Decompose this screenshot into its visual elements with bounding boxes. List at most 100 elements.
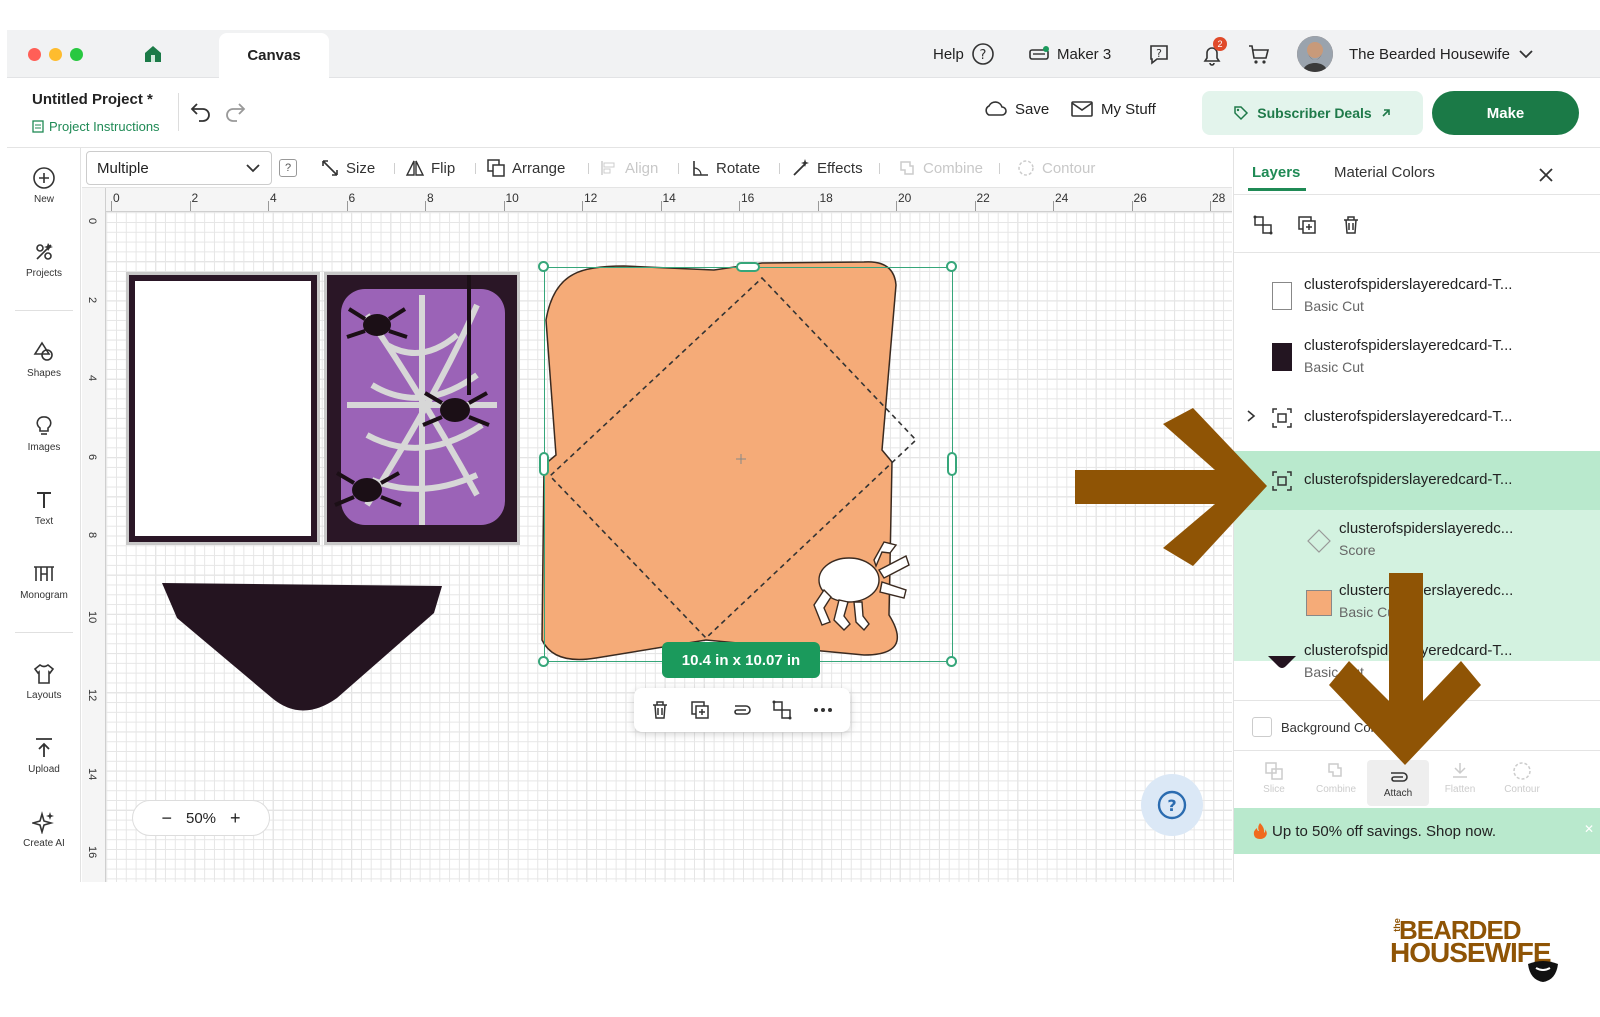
ruler-tick-label: 2	[191, 191, 199, 205]
project-instructions-link[interactable]: Project Instructions	[32, 119, 160, 134]
rotate-button[interactable]: Rotate	[690, 148, 760, 188]
help-fab-button[interactable]: ?	[1141, 774, 1203, 836]
layer-group-item[interactable]: clusterofspiderslayeredcard-T...	[1234, 388, 1600, 448]
sidebar-item-label: Create AI	[23, 838, 65, 849]
divider	[15, 310, 73, 311]
attach-icon[interactable]	[729, 699, 753, 721]
sidebar-item-label: New	[33, 194, 54, 205]
align-label: Align	[625, 159, 659, 177]
my-stuff-button[interactable]: My Stuff	[1071, 100, 1156, 118]
user-menu[interactable]: The Bearded Housewife	[1349, 30, 1535, 78]
promo-banner[interactable]: Up to 50% off savings. Shop now. ✕	[1234, 808, 1600, 854]
zoom-value: 50%	[185, 809, 217, 827]
redo-icon[interactable]	[223, 99, 247, 128]
duplicate-icon[interactable]	[689, 699, 711, 721]
home-icon[interactable]	[143, 44, 163, 69]
resize-handle[interactable]	[538, 656, 549, 667]
zoom-out-button[interactable]: −	[161, 808, 172, 829]
close-icon[interactable]	[1537, 166, 1555, 184]
external-arrow-icon	[1382, 109, 1390, 117]
flip-button[interactable]: Flip	[405, 148, 455, 188]
sidebar-item-projects[interactable]: Projects	[7, 240, 81, 279]
make-button[interactable]: Make	[1432, 91, 1579, 135]
slice-label: Slice	[1263, 784, 1285, 795]
undo-icon[interactable]	[189, 99, 213, 128]
sidebar-item-text[interactable]: Text	[7, 488, 81, 527]
avatar[interactable]	[1297, 36, 1333, 72]
resize-handle[interactable]	[539, 452, 549, 476]
resize-handle[interactable]	[947, 452, 957, 476]
left-sidebar: New Projects Shapes Images Text Monogram…	[7, 148, 81, 882]
help-menu[interactable]: Help ?	[933, 30, 995, 78]
card-back-object[interactable]	[126, 272, 320, 545]
contour-button[interactable]: Contour	[1016, 148, 1095, 188]
resize-handle[interactable]	[538, 261, 549, 272]
resize-handle[interactable]	[946, 656, 957, 667]
title-bar: Canvas Help ? Maker 3 ? 2 The Bearded Ho…	[7, 30, 1600, 78]
design-canvas[interactable]: 0 2 4 6 8 10 12 14 16 18 20 22 24 26 28 0 2 4 6 8 10 12 14 16	[82, 188, 1232, 882]
layer-item[interactable]: clusterofspiderslayeredc... Score	[1234, 510, 1600, 570]
sidebar-item-new[interactable]: New	[7, 166, 81, 205]
tab-canvas[interactable]: Canvas	[219, 33, 329, 78]
align-button[interactable]: Align	[599, 148, 658, 188]
more-options-icon[interactable]	[811, 699, 835, 721]
close-promo-icon[interactable]: ✕	[1584, 822, 1594, 836]
save-button[interactable]: Save	[983, 100, 1049, 118]
layer-thumbnail	[1272, 282, 1292, 310]
minimize-window-button[interactable]	[49, 48, 62, 61]
ruler-tick-label: 8	[427, 191, 434, 205]
layer-group-item-selected[interactable]: clusterofspiderslayeredcard-T...	[1234, 451, 1600, 511]
resize-handle[interactable]	[736, 262, 760, 272]
sidebar-item-label: Monogram	[20, 590, 68, 601]
group-icon[interactable]	[771, 699, 793, 721]
trash-icon[interactable]	[649, 699, 671, 721]
ruler-tick-label: 14	[86, 767, 98, 780]
sidebar-item-label: Images	[27, 442, 61, 453]
project-bar: Untitled Project * Project Instructions …	[7, 78, 1600, 148]
sidebar-item-shapes[interactable]: Shapes	[7, 340, 81, 379]
ruler-tick-label: 22	[976, 191, 990, 205]
spider-web-card-object[interactable]	[324, 272, 520, 545]
shirt-icon	[33, 663, 55, 684]
envelope-flap-object[interactable]	[162, 583, 447, 713]
cart-icon[interactable]	[1247, 42, 1271, 71]
background-color-checkbox[interactable]	[1252, 717, 1272, 737]
duplicate-layer-icon[interactable]	[1296, 214, 1318, 236]
combine-button[interactable]: Combine	[897, 148, 983, 188]
sidebar-item-images[interactable]: Images	[7, 414, 81, 453]
delete-layer-icon[interactable]	[1340, 214, 1362, 236]
tab-material-colors[interactable]: Material Colors	[1334, 164, 1435, 181]
close-window-button[interactable]	[28, 48, 41, 61]
operation-select[interactable]: Multiple	[86, 151, 272, 185]
size-button[interactable]: Size	[320, 148, 375, 188]
resize-handle[interactable]	[946, 261, 957, 272]
project-name[interactable]: Untitled Project *	[32, 91, 153, 108]
layer-thumbnail	[1272, 343, 1292, 371]
layer-item[interactable]: clusterofspiderslayeredcard-T... Basic C…	[1234, 327, 1600, 387]
ruler-tick-label: 2	[86, 296, 98, 303]
resize-arrows-icon	[322, 160, 338, 176]
sidebar-item-create-ai[interactable]: Create AI	[7, 810, 81, 849]
operation-select-value: Multiple	[97, 159, 149, 177]
contour-panel-button[interactable]: Contour	[1491, 760, 1553, 795]
flatten-label: Flatten	[1444, 784, 1476, 795]
subscriber-deals-button[interactable]: Subscriber Deals	[1202, 91, 1423, 135]
machine-selector[interactable]: Maker 3	[1028, 30, 1111, 78]
support-icon[interactable]: ?	[1147, 42, 1171, 71]
tab-layers[interactable]: Layers	[1252, 164, 1300, 181]
ruler-tick-label: 10	[505, 191, 519, 205]
sidebar-item-monogram[interactable]: Monogram	[7, 562, 81, 601]
zoom-in-button[interactable]: +	[230, 808, 241, 829]
effects-button[interactable]: Effects	[791, 148, 863, 188]
layer-item[interactable]: clusterofspiderslayeredcard-T... Basic C…	[1234, 266, 1600, 326]
ruler-tick	[503, 201, 505, 211]
sidebar-item-layouts[interactable]: Layouts	[7, 662, 81, 701]
sidebar-item-label: Text	[34, 516, 54, 527]
ruler-tick	[189, 201, 191, 211]
group-layers-icon[interactable]	[1252, 214, 1274, 236]
sidebar-item-upload[interactable]: Upload	[7, 736, 81, 775]
slice-button[interactable]: Slice	[1243, 760, 1305, 795]
operation-help-icon[interactable]: ?	[279, 159, 297, 177]
maximize-window-button[interactable]	[70, 48, 83, 61]
arrange-button[interactable]: Arrange	[486, 148, 565, 188]
